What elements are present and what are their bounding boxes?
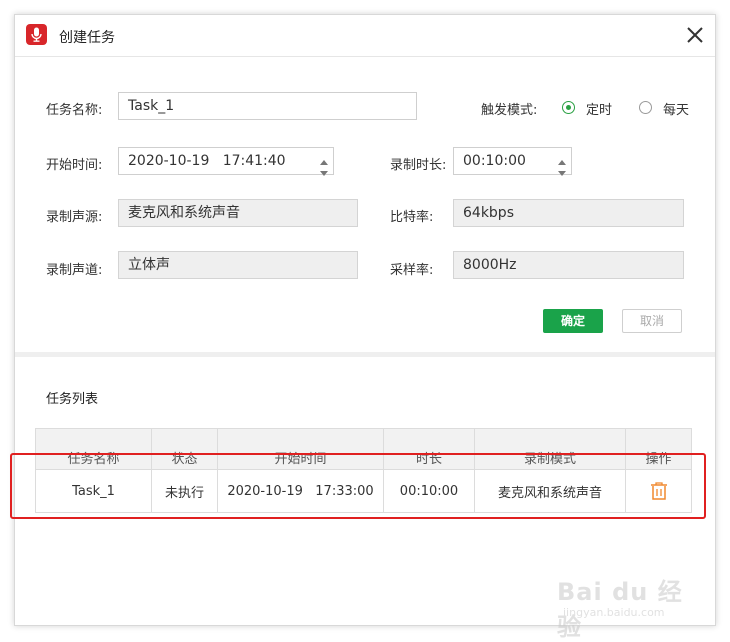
source-label: 录制声源: bbox=[46, 210, 103, 225]
column-header: 开始时间 bbox=[217, 428, 384, 470]
table-header-row: 任务名称 状态 开始时间 时长 录制模式 操作 bbox=[35, 428, 692, 470]
window-title: 创建任务 bbox=[59, 30, 115, 46]
create-task-dialog: 创建任务 任务名称: Task_1 触发模式: 定时 每天 开始时间: 2020… bbox=[14, 14, 716, 626]
spin-down-icon[interactable] bbox=[318, 162, 330, 176]
start-time-value: 2020-10-19 17:41:40 bbox=[128, 153, 286, 169]
close-icon[interactable] bbox=[685, 25, 705, 45]
section-divider bbox=[15, 352, 715, 357]
mode-cell: 麦克风和系统声音 bbox=[474, 469, 626, 513]
channel-field: 立体声 bbox=[118, 251, 358, 279]
spin-up-icon[interactable] bbox=[318, 150, 330, 165]
duration-cell: 00:10:00 bbox=[383, 469, 475, 513]
sample-rate-label: 采样率: bbox=[390, 263, 434, 278]
source-field: 麦克风和系统声音 bbox=[118, 199, 358, 227]
start-time-cell: 2020-10-19 17:33:00 bbox=[217, 469, 384, 513]
column-header: 状态 bbox=[151, 428, 218, 470]
watermark-url: jingyan.baidu.com bbox=[563, 606, 665, 619]
task-name-input[interactable]: Task_1 bbox=[118, 92, 417, 120]
table-row[interactable]: Task_1 未执行 2020-10-19 17:33:00 00:10:00 … bbox=[35, 469, 692, 513]
task-name-label: 任务名称: bbox=[46, 103, 103, 118]
start-time-input[interactable]: 2020-10-19 17:41:40 bbox=[118, 147, 334, 176]
bitrate-label: 比特率: bbox=[390, 210, 434, 225]
start-time-spinner bbox=[318, 150, 330, 176]
status-cell: 未执行 bbox=[151, 469, 218, 513]
cancel-button[interactable]: 取消 bbox=[622, 309, 682, 333]
confirm-button[interactable]: 确定 bbox=[543, 309, 603, 333]
spin-down-icon[interactable] bbox=[556, 162, 568, 176]
radio-scheduled-label[interactable]: 定时 bbox=[586, 99, 612, 118]
channel-label: 录制声道: bbox=[46, 263, 103, 278]
duration-spinner bbox=[556, 150, 568, 176]
spin-up-icon[interactable] bbox=[556, 150, 568, 165]
column-header: 任务名称 bbox=[35, 428, 152, 470]
column-header: 操作 bbox=[625, 428, 692, 470]
column-header: 录制模式 bbox=[474, 428, 626, 470]
bitrate-field: 64kbps bbox=[453, 199, 684, 227]
start-time-label: 开始时间: bbox=[46, 158, 103, 173]
duration-label: 录制时长: bbox=[390, 158, 447, 173]
baidu-jingyan-watermark: Bai du 经验 jingyan.baidu.com bbox=[557, 560, 707, 641]
trash-icon[interactable] bbox=[650, 481, 668, 501]
column-header: 时长 bbox=[383, 428, 475, 470]
task-name-cell: Task_1 bbox=[35, 469, 152, 513]
duration-input[interactable]: 00:10:00 bbox=[453, 147, 572, 176]
task-table: 任务名称 状态 开始时间 时长 录制模式 操作 Task_1 未执行 2020-… bbox=[35, 428, 692, 513]
title-divider bbox=[15, 56, 715, 57]
microphone-icon bbox=[26, 24, 47, 45]
trigger-mode-label: 触发模式: bbox=[481, 103, 538, 118]
radio-scheduled[interactable] bbox=[562, 101, 575, 114]
sample-rate-field: 8000Hz bbox=[453, 251, 684, 279]
task-list-title: 任务列表 bbox=[46, 392, 99, 407]
radio-daily-label[interactable]: 每天 bbox=[663, 99, 689, 118]
duration-value: 00:10:00 bbox=[463, 153, 526, 169]
radio-daily[interactable] bbox=[639, 101, 652, 114]
action-cell bbox=[625, 469, 692, 513]
title-bar: 创建任务 bbox=[15, 15, 715, 56]
